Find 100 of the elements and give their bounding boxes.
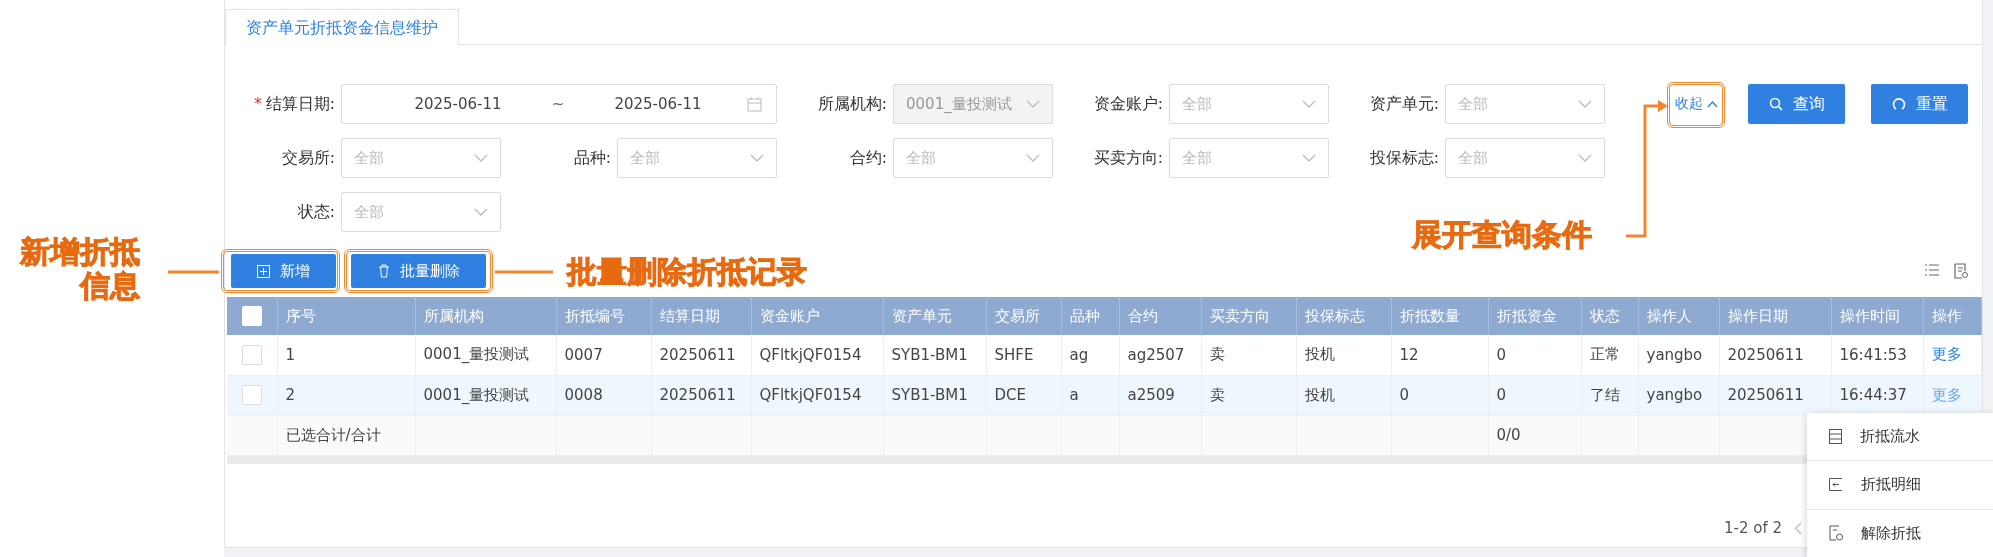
chevron-down-icon [1578,154,1592,162]
table-cell: 0001_量投测试 [415,375,556,415]
table-cell: 0008 [556,375,651,415]
table-cell: 20250611 [651,375,751,415]
table-cell: 16:41:53 [1831,335,1923,375]
collapse-link[interactable]: 收起 [1675,84,1718,124]
menu-item-label: 折抵明细 [1861,475,1921,495]
column-header: 操作日期 [1719,297,1831,335]
highlight-frame [1667,82,1725,128]
required-mark: * [254,95,262,113]
field-label: 品种: [572,148,612,169]
table-cell: SHFE [986,335,1061,375]
leader-line [495,270,553,274]
trash-icon [377,264,390,278]
column-header: 品种 [1061,297,1119,335]
table-cell: QFltkjQF0154 [751,375,883,415]
chevron-down-icon [750,154,764,162]
field-label: 状态: [296,202,336,223]
chevron-down-icon [1302,100,1316,108]
reset-button[interactable]: 重置 [1871,84,1968,124]
menu-item-label: 解除折抵 [1861,523,1921,543]
table-cell: ag [1061,335,1119,375]
column-header: 交易所 [986,297,1061,335]
chevron-down-icon [474,208,488,216]
table-cell: a [1061,375,1119,415]
table-cell: yangbo [1638,375,1719,415]
annotation-text: 新增折抵信息 [19,235,140,303]
calendar-icon [747,96,762,112]
field-label: 买卖方向: [1092,148,1164,169]
checkbox[interactable] [241,385,262,405]
table-cell: 1 [277,335,415,375]
plus-box-icon [257,264,270,278]
column-header: 操作时间 [1831,297,1923,335]
table-cell: 20250611 [1719,375,1831,415]
document-icon [1829,525,1843,542]
column-header: 折抵资金 [1488,297,1581,335]
column-header: 资产单元 [883,297,986,335]
field-label: 交易所: [280,148,336,169]
table-cell: 0 [1488,375,1581,415]
chevron-left-icon[interactable] [1794,521,1802,535]
chevron-down-icon [1026,154,1040,162]
field-label: * 结算日期: [253,94,336,115]
delete-button[interactable]: 批量删除 [351,254,486,288]
table-cell: QFltkjQF0154 [751,335,883,375]
column-header: 合约 [1119,297,1201,335]
table-cell: 0007 [556,335,651,375]
annotation-text: 展开查询条件 [1412,218,1592,252]
field-label: 合约: [848,148,888,169]
table-cell: a2509 [1119,375,1201,415]
summary-cell: 0/0 [1488,415,1581,455]
table-cell: SYB1-BM1 [883,335,986,375]
menu-item[interactable]: 折抵明细 [1807,461,1993,510]
table-cell: 卖 [1201,375,1296,415]
checkbox[interactable] [241,344,262,365]
table-cell: 正常 [1581,335,1638,375]
search-button[interactable]: 查询 [1748,84,1845,124]
column-header: 资金账户 [751,297,883,335]
table-cell: 0 [1488,335,1581,375]
column-header: 所属机构 [415,297,556,335]
column-header: 结算日期 [651,297,751,335]
more-link[interactable]: 更多 [1931,345,1962,365]
page-tab[interactable]: 资产单元折抵资金信息维护 [225,9,459,46]
exit-icon [1829,478,1843,492]
column-header: 买卖方向 [1201,297,1296,335]
table-cell: 20250611 [1719,335,1831,375]
table-cell: 0001_量投测试 [415,335,556,375]
column-header: 序号 [277,297,415,335]
table-cell: 20250611 [651,335,751,375]
list-icon [1829,429,1842,445]
chevron-down-icon [474,154,488,162]
column-header: 投保标志 [1296,297,1391,335]
menu-item-label: 折抵流水 [1860,427,1920,447]
table-cell: ag2507 [1119,335,1201,375]
field-label: 所属机构: [816,94,888,115]
annotation-text: 批量删除折抵记录 [567,255,807,289]
search-icon [1768,97,1783,111]
field-label: 资金账户: [1092,94,1164,115]
page-range: 1-2 of 2 [1723,519,1782,537]
menu-item[interactable]: 解除折抵 [1807,509,1993,557]
chevron-down-icon [1026,100,1040,108]
table-cell: DCE [986,375,1061,415]
chevron-down-icon [1302,154,1316,162]
add-button[interactable]: 新增 [231,254,336,288]
list-icon[interactable] [1924,263,1940,277]
table-cell: SYB1-BM1 [883,375,986,415]
chevron-up-icon [1707,100,1718,108]
table-cell: yangbo [1638,335,1719,375]
column-header: 操作 [1923,297,1981,335]
table-cell: 12 [1391,335,1488,375]
column-header: 操作人 [1638,297,1719,335]
field-label: 资产单元: [1368,94,1440,115]
column-header: 状态 [1581,297,1638,335]
date-range-field[interactable]: 2025-06-11 ~ 2025-06-11 [341,84,777,124]
table-cell: 投机 [1296,375,1391,415]
document-icon[interactable] [1954,263,1968,279]
table-cell: 卖 [1201,335,1296,375]
table-cell: 0 [1391,375,1488,415]
menu-item[interactable]: 折抵流水 [1807,413,1993,462]
table-cell: 了结 [1581,375,1638,415]
reset-icon [1891,97,1906,111]
